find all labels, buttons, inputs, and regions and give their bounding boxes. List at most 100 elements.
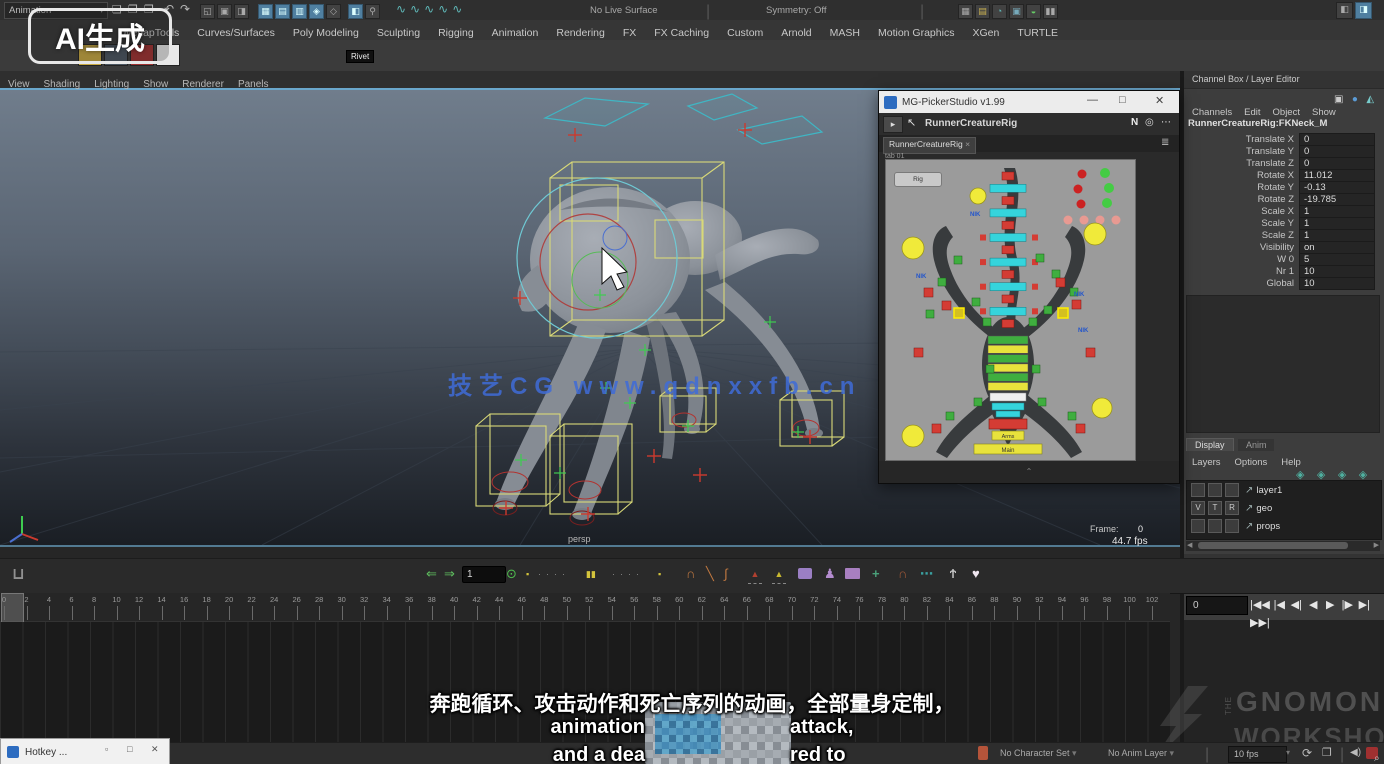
picker-pale-dot-button[interactable] — [1112, 216, 1121, 225]
menu-motion-graphics[interactable]: Motion Graphics — [878, 27, 954, 39]
picker-fk-limb-button[interactable] — [926, 310, 934, 318]
chat-bubble-icon[interactable] — [798, 568, 812, 579]
channel-row-nr-1[interactable]: Nr 110 — [1188, 265, 1378, 277]
picker-ik-limb-button[interactable] — [1086, 348, 1095, 357]
timeline-tick[interactable] — [1084, 606, 1085, 620]
timeline-tick[interactable] — [72, 606, 73, 620]
picker-dot-button[interactable] — [1074, 185, 1083, 194]
sphere-icon[interactable]: ● — [1352, 94, 1358, 105]
timeline-tick[interactable] — [1129, 606, 1130, 620]
slider-end-icon[interactable]: ▪ — [658, 565, 661, 583]
playback-prev-frame-button[interactable]: ◀| — [1289, 598, 1304, 611]
picker-spine-fk-button[interactable] — [1002, 221, 1014, 229]
channel-row-rotate-x[interactable]: Rotate X11.012 — [1188, 169, 1378, 181]
playback-go-to-start-button[interactable]: |◀◀ — [1250, 598, 1270, 611]
maximize-icon[interactable]: □ — [1119, 94, 1126, 106]
picker-fk-limb-button[interactable] — [1044, 306, 1052, 314]
curve-step-icon[interactable]: ∫ — [724, 565, 728, 583]
pose-figure-icon[interactable]: Ϯ — [950, 565, 956, 583]
reference-toggle[interactable] — [1225, 519, 1239, 533]
close-icon[interactable]: ✕ — [1155, 94, 1164, 107]
timeline-tick[interactable] — [409, 606, 410, 620]
timeline-tick[interactable] — [769, 606, 770, 620]
timeline-tick[interactable] — [94, 606, 95, 620]
fps-selector[interactable]: 10 fps — [1228, 746, 1287, 763]
curve-linear-icon[interactable]: ╲ — [706, 565, 714, 583]
template-toggle[interactable] — [1208, 519, 1222, 533]
picker-spine-ik-button[interactable] — [990, 234, 1026, 242]
layer-row-props[interactable]: ↗props — [1187, 517, 1381, 535]
template-toggle[interactable]: T — [1208, 501, 1222, 515]
picker-selected-button[interactable] — [954, 308, 964, 318]
picker-hip-button[interactable] — [992, 403, 1024, 410]
channel-row-rotate-y[interactable]: Rotate Y-0.13 — [1188, 181, 1378, 193]
picker-pole-button[interactable] — [902, 237, 924, 259]
picker-spine-fk-button[interactable] — [1002, 172, 1014, 180]
menu-poly-modeling[interactable]: Poly Modeling — [293, 27, 359, 39]
panel-menu-panels[interactable]: Panels — [238, 79, 269, 90]
timeline-tick[interactable] — [432, 606, 433, 620]
curve-arc-icon[interactable]: ∩ — [686, 565, 695, 583]
anim-value-field[interactable]: 1 — [462, 566, 506, 583]
picker-window[interactable]: MG-PickerStudio v1.99 — □ ✕ ▸ ↖ RunnerCr… — [878, 90, 1180, 484]
playback-go-to-end-button[interactable]: ▶▶| — [1250, 616, 1270, 629]
picker-spine-fk-button[interactable] — [1002, 270, 1014, 278]
timeline-tick[interactable] — [297, 606, 298, 620]
timeline-tick[interactable] — [657, 606, 658, 620]
channel-row-scale-y[interactable]: Scale Y1 — [1188, 217, 1378, 229]
menu-mash[interactable]: MASH — [830, 27, 860, 39]
time-slider[interactable]: 0246810121416182022242628303234363840424… — [0, 593, 1170, 622]
slider-bars-icon[interactable]: ▮▮ — [586, 565, 596, 583]
picker-tab[interactable]: RunnerCreatureRig × — [883, 137, 976, 154]
picker-body-segment-button[interactable] — [988, 383, 1028, 391]
picker-fk-limb-button[interactable] — [972, 298, 980, 306]
panel-menu-lighting[interactable]: Lighting — [94, 79, 129, 90]
picker-titlebar[interactable]: MG-PickerStudio v1.99 — □ ✕ — [879, 91, 1179, 113]
channel-row-translate-z[interactable]: Translate Z0 — [1188, 157, 1378, 169]
picker-side-button[interactable] — [980, 308, 986, 314]
layer-menu-options[interactable]: Options — [1235, 457, 1268, 468]
selection-mask-icons[interactable]: ◱▣◨ — [200, 3, 251, 21]
visibility-toggle[interactable] — [1191, 519, 1205, 533]
scroll-left-icon[interactable]: ◀ — [1187, 541, 1192, 549]
picker-ik-limb-button[interactable] — [1076, 424, 1085, 433]
timeline-tick[interactable] — [837, 606, 838, 620]
character-set-icon[interactable] — [978, 746, 988, 760]
menu-xgen[interactable]: XGen — [972, 27, 999, 39]
tab-display[interactable]: Display — [1186, 438, 1234, 451]
dots-menu-icon[interactable]: ⋯ — [920, 565, 933, 583]
timeline-tick[interactable] — [859, 606, 860, 620]
tent-yellow-icon[interactable]: ▲ — [772, 565, 786, 584]
picker-fk-limb-button[interactable] — [954, 256, 962, 264]
picker-cog-button[interactable] — [990, 393, 1026, 401]
playback-next-frame-button[interactable]: |▶ — [1340, 598, 1355, 611]
picker-pale-dot-button[interactable] — [1080, 216, 1089, 225]
clipboard-icon[interactable]: ❐ — [1322, 746, 1332, 759]
slider-dots-left[interactable]: ···· — [538, 565, 570, 583]
timeline-tick[interactable] — [1062, 606, 1063, 620]
timeline-tick[interactable] — [544, 606, 545, 620]
timeline-tick[interactable] — [319, 606, 320, 620]
picker-fk-limb-button[interactable] — [983, 318, 991, 326]
picker-hip-button[interactable] — [996, 411, 1020, 417]
picker-pale-dot-button[interactable] — [1064, 216, 1073, 225]
picker-spine-fk-button[interactable] — [1002, 320, 1014, 328]
power-icon[interactable]: ⊙ — [506, 565, 517, 583]
picker-side-button[interactable] — [980, 235, 986, 241]
picker-ik-limb-button[interactable] — [924, 288, 933, 297]
timeline-tick[interactable] — [724, 606, 725, 620]
redo-icon[interactable]: ↷ — [180, 2, 190, 16]
picker-spine-ik-button[interactable] — [990, 184, 1026, 192]
timeline-tick[interactable] — [589, 606, 590, 620]
picker-side-button[interactable] — [1032, 235, 1038, 241]
scroll-right-icon[interactable]: ▶ — [1374, 541, 1379, 549]
channel-value-field[interactable]: 10 — [1299, 277, 1375, 290]
visibility-toggle[interactable] — [1191, 483, 1205, 497]
picker-selected-button[interactable] — [1058, 308, 1068, 318]
menu-custom[interactable]: Custom — [727, 27, 763, 39]
timeline-tick[interactable] — [634, 606, 635, 620]
timeline-tick[interactable] — [792, 606, 793, 620]
picker-fk-limb-button[interactable] — [1032, 365, 1040, 373]
picker-pole-button[interactable] — [902, 425, 924, 447]
menu-rendering[interactable]: Rendering — [556, 27, 604, 39]
